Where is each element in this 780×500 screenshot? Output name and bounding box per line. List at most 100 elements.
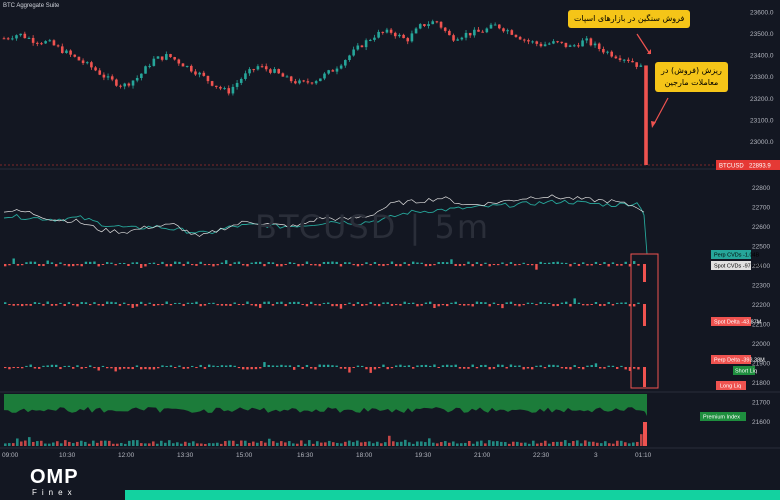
delta-bar	[322, 364, 326, 367]
lower-axis-tick: 22200	[752, 302, 770, 309]
volume-bar	[280, 441, 283, 446]
delta-bar	[21, 367, 24, 369]
delta-bar	[386, 264, 389, 266]
price-candle	[473, 29, 476, 36]
price-candle	[239, 78, 243, 83]
volume-bar	[64, 440, 67, 446]
delta-bar	[118, 304, 122, 306]
delta-bar	[382, 264, 385, 267]
delta-bar	[420, 365, 423, 367]
delta-bar	[93, 367, 96, 369]
delta-bar	[225, 365, 228, 367]
volume-bar	[292, 443, 295, 446]
delta-bar	[301, 304, 304, 306]
delta-bar	[429, 264, 432, 266]
delta-bar	[603, 304, 606, 306]
price-candle	[314, 81, 318, 84]
delta-bar	[72, 304, 75, 306]
delta-bar	[284, 264, 287, 266]
delta-bar	[301, 264, 304, 266]
delta-bar	[12, 258, 15, 264]
delta-bar	[271, 365, 275, 367]
price-candle	[264, 66, 268, 70]
delta-bar	[233, 302, 236, 304]
delta-bar	[50, 364, 54, 367]
delta-bar	[450, 365, 453, 367]
volume-bar	[272, 441, 275, 446]
delta-bar	[497, 364, 500, 367]
delta-bar	[395, 365, 398, 367]
delta-bar	[594, 261, 598, 264]
volume-bar	[188, 442, 191, 446]
volume-bar	[372, 443, 375, 446]
price-candle	[564, 42, 568, 47]
watermark: BTCUSD | 5m	[255, 208, 490, 246]
price-candle	[627, 59, 630, 61]
price-candle	[31, 37, 35, 43]
price-candle	[610, 51, 614, 57]
delta-bar	[331, 261, 334, 264]
delta-bar	[8, 367, 11, 370]
delta-bar	[369, 302, 372, 304]
delta-bar	[135, 365, 139, 367]
delta-bar	[237, 261, 241, 264]
delta-bar	[331, 304, 334, 307]
delta-bar	[352, 264, 355, 266]
delta-bar	[586, 264, 589, 266]
volume-bar	[296, 443, 299, 446]
price-candle	[435, 21, 439, 23]
delta-bar	[424, 264, 428, 267]
delta-bar	[573, 262, 576, 264]
delta-bar	[543, 262, 547, 264]
volume-bar	[288, 441, 291, 446]
volume-bar	[176, 442, 179, 446]
time-axis-tick: 16:30	[297, 452, 314, 459]
delta-bar	[344, 367, 347, 369]
delta-bar	[42, 304, 45, 306]
delta-bar	[123, 262, 126, 264]
lower-axis-tick: 21600	[752, 419, 770, 426]
long-liq-label: Long Liq	[720, 384, 741, 390]
delta-bar	[33, 367, 37, 369]
price-candle	[631, 60, 634, 63]
delta-bar	[599, 304, 602, 307]
delta-bar	[560, 262, 564, 264]
delta-bar	[437, 367, 440, 369]
delta-bar	[212, 365, 215, 367]
price-candle	[231, 86, 235, 94]
delta-bar	[280, 264, 283, 267]
delta-bar	[586, 365, 589, 367]
delta-crash-bar	[643, 367, 646, 387]
price-candle	[260, 66, 264, 68]
volume-bar	[248, 442, 251, 446]
delta-bar	[463, 367, 466, 369]
delta-bar	[386, 302, 389, 304]
delta-bar	[46, 301, 49, 304]
price-candle	[48, 40, 52, 42]
delta-bar	[518, 264, 521, 266]
delta-bar	[339, 264, 343, 267]
delta-bar	[560, 367, 564, 369]
delta-bar	[191, 302, 194, 304]
delta-bar	[144, 367, 147, 370]
delta-bar	[144, 264, 147, 267]
footer-accent-bar	[125, 490, 780, 500]
delta-bar	[395, 264, 398, 267]
delta-bar	[216, 264, 219, 266]
volume-bar	[308, 440, 311, 446]
price-candle	[127, 83, 131, 86]
spot-delta-label: Spot Delta -43.87M	[714, 320, 762, 326]
delta-bar	[135, 304, 139, 307]
price-candle	[414, 28, 418, 34]
delta-bar	[165, 301, 168, 304]
delta-bar	[399, 264, 402, 267]
delta-bar	[335, 261, 338, 264]
delta-bar	[607, 264, 610, 267]
delta-bar	[203, 264, 207, 266]
delta-bar	[577, 302, 581, 304]
delta-bar	[89, 261, 92, 264]
price-candle	[285, 76, 289, 78]
volume-bar	[600, 443, 603, 446]
callout-spot-selling: فروش سنگین در بازارهای اسپات	[568, 10, 691, 28]
delta-bar	[492, 367, 496, 369]
